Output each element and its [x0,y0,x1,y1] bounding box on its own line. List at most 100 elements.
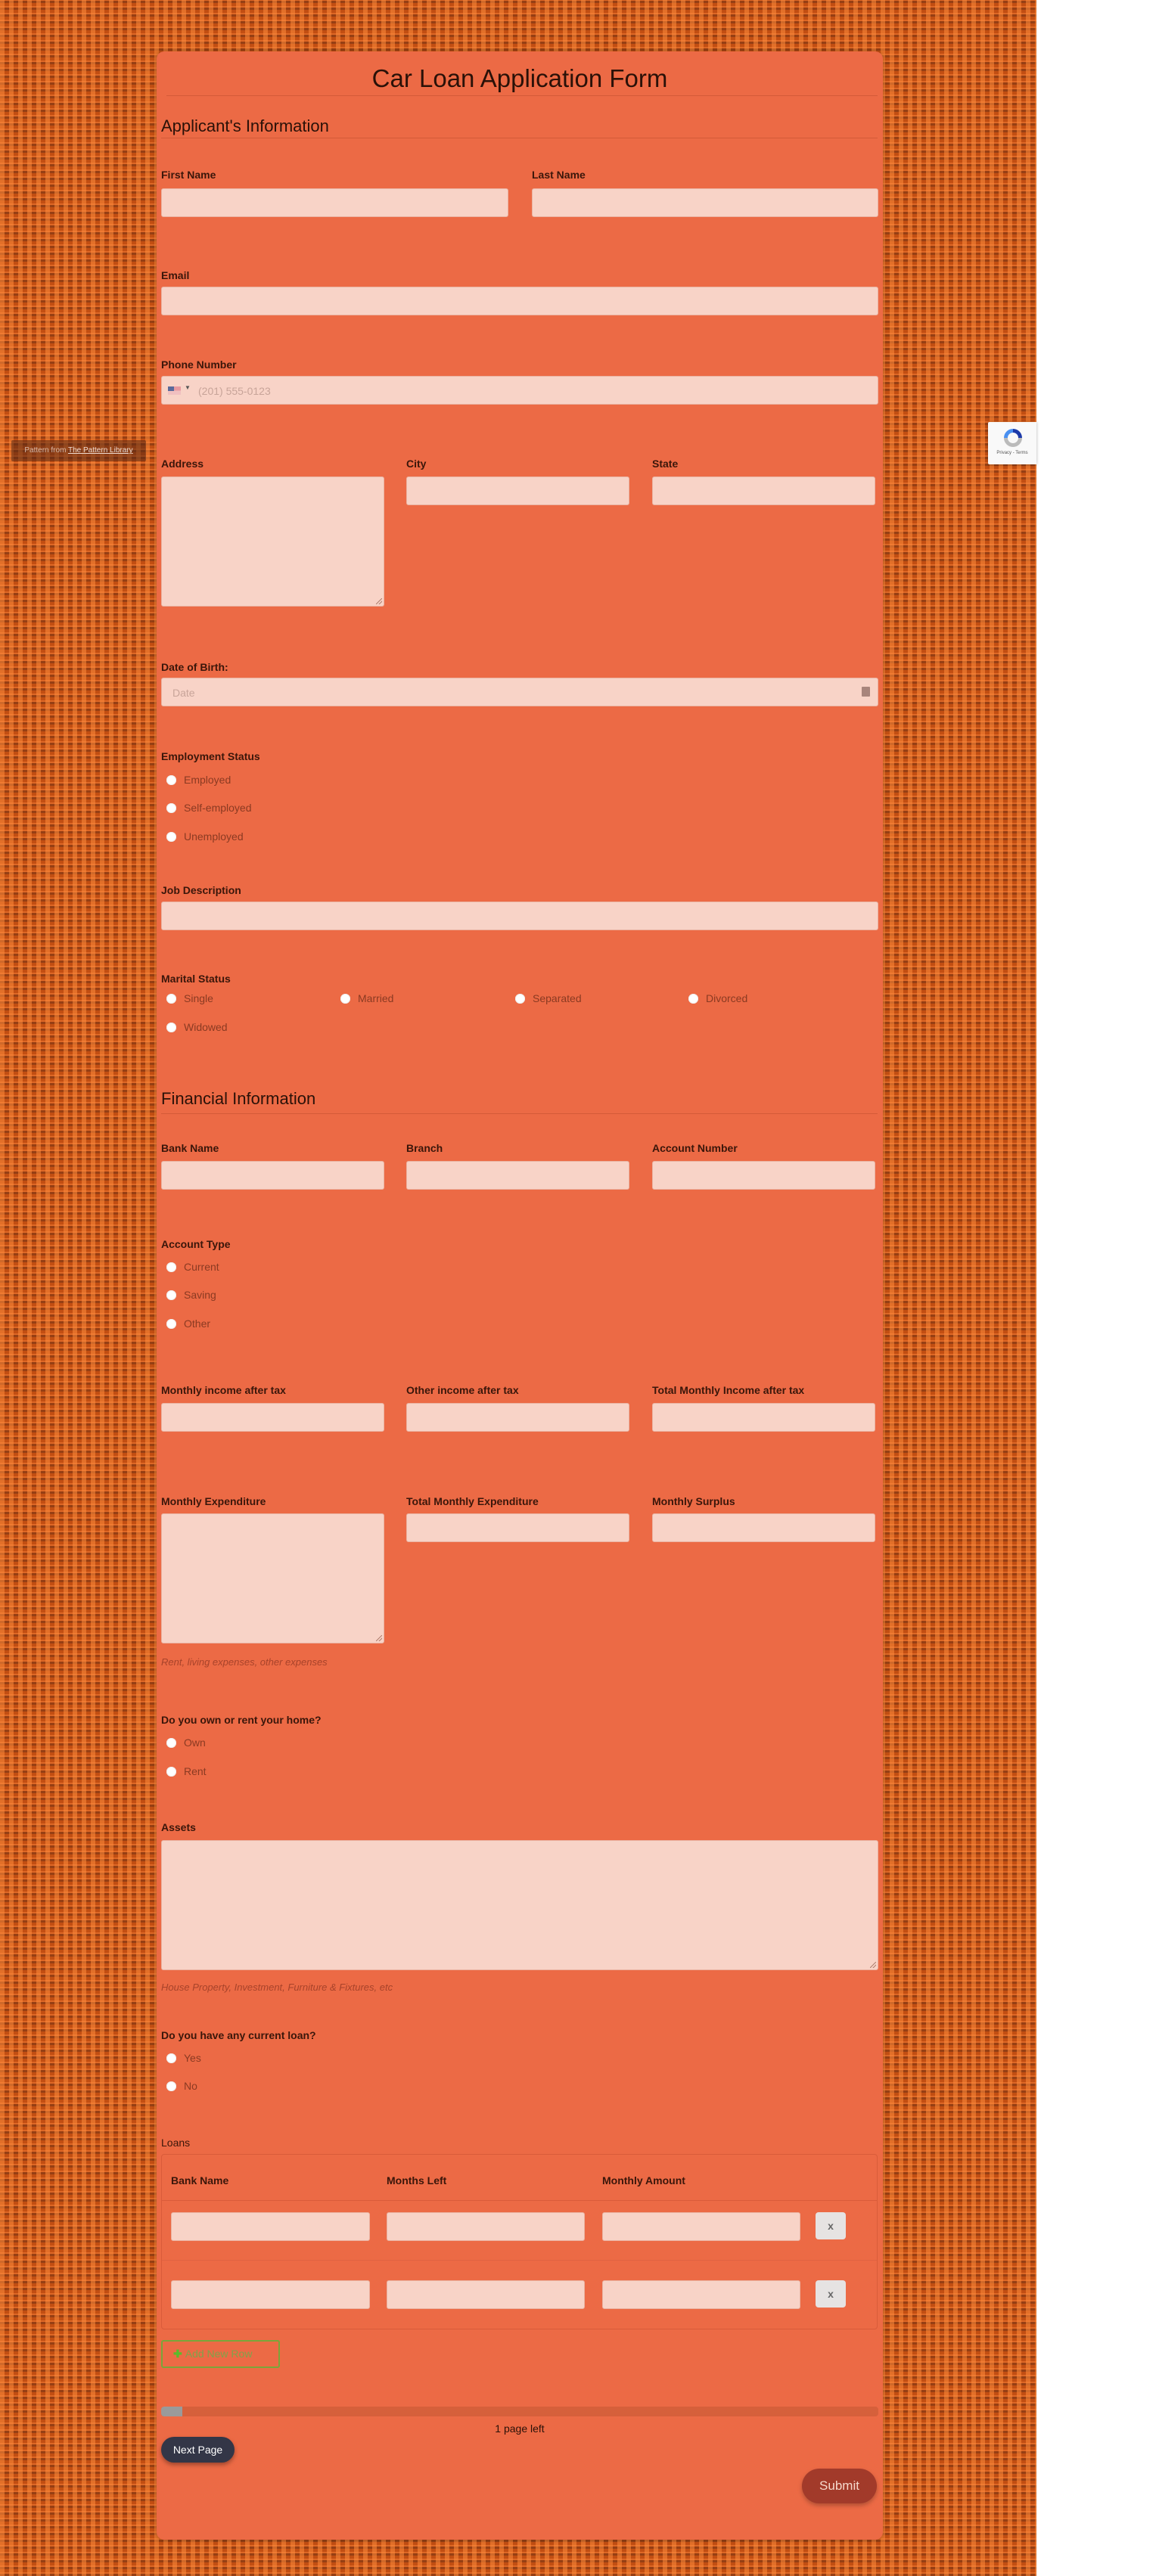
radio-self-employed[interactable]: Self-employed [161,800,252,815]
branch-input[interactable] [406,1161,629,1190]
radio-label: Own [184,1736,206,1749]
radio-yes[interactable]: Yes [161,2050,201,2065]
loan-row-2-delete-button[interactable]: x [816,2280,846,2308]
submit-button[interactable]: Submit [802,2469,877,2503]
state-input[interactable] [652,476,875,505]
phone-placeholder: (201) 555-0123 [198,385,271,397]
radio-label: No [184,2080,197,2092]
radio-single[interactable]: Single [161,991,213,1006]
monthly-expenditure-textarea[interactable] [161,1513,384,1643]
monthly-income-input[interactable] [161,1403,384,1432]
column-header-monthly-amount: Monthly Amount [602,2174,685,2186]
progress-fill [161,2407,183,2416]
phone-input[interactable]: ▼ (201) 555-0123 [161,376,878,405]
radio-label: Widowed [184,1021,228,1033]
plus-icon: ✚ [173,2348,182,2360]
first-name-input[interactable] [161,188,508,217]
total-expenditure-input[interactable] [406,1513,629,1542]
progress-bar [161,2407,878,2416]
radio-button[interactable] [515,993,525,1004]
email-input[interactable] [161,287,878,315]
radio-unemployed[interactable]: Unemployed [161,829,244,844]
radio-no[interactable]: No [161,2078,197,2093]
radio-button[interactable] [166,2053,176,2063]
radio-button[interactable] [166,1737,176,1748]
last-name-input[interactable] [532,188,878,217]
add-new-row-button[interactable]: ✚ Add New Row [161,2340,280,2368]
assets-textarea[interactable] [161,1840,878,1970]
radio-label: Single [184,992,213,1004]
form-card: Car Loan Application Form Applicant's In… [157,51,883,2540]
radio-label: Self-employed [184,802,252,814]
add-new-row-label: Add New Row [185,2348,253,2360]
radio-current[interactable]: Current [161,1259,219,1274]
radio-label: Rent [184,1765,207,1777]
account-number-label: Account Number [652,1142,738,1154]
us-flag-icon[interactable] [168,386,181,395]
radio-own[interactable]: Own [161,1735,206,1750]
pattern-library-link[interactable]: The Pattern Library [68,446,133,455]
state-label: State [652,458,679,470]
monthly-expenditure-hint: Rent, living expenses, other expenses [161,1656,328,1668]
radio-widowed[interactable]: Widowed [161,1020,228,1035]
loan-row-1-bank-name-input[interactable] [171,2212,370,2241]
address-textarea[interactable] [161,476,384,607]
bank-name-label: Bank Name [161,1142,219,1154]
pages-left-text: 1 page left [495,2422,545,2435]
radio-button[interactable] [166,831,176,842]
radio-married[interactable]: Married [335,991,393,1006]
radio-label: Employed [184,774,231,786]
recaptcha-badge[interactable]: Privacy - Terms [988,422,1036,464]
radio-button[interactable] [166,993,176,1004]
loan-row-2-months-left-input[interactable] [387,2280,585,2309]
radio-button[interactable] [166,1318,176,1329]
title-divider [166,95,878,96]
loan-row-2-bank-name-input[interactable] [171,2280,370,2309]
total-expenditure-label: Total Monthly Expenditure [406,1495,539,1507]
assets-hint: House Property, Investment, Furniture & … [161,1982,393,1993]
dob-input[interactable]: Date [161,678,878,706]
column-header-bank-name: Bank Name [171,2174,229,2186]
last-name-label: Last Name [532,169,586,181]
city-label: City [406,458,427,470]
job-description-input[interactable] [161,902,878,930]
loan-row-1-delete-button[interactable]: x [816,2212,846,2239]
radio-employed[interactable]: Employed [161,772,231,787]
radio-button[interactable] [166,2081,176,2091]
radio-button[interactable] [166,802,176,813]
pattern-credit: Pattern from The Pattern Library [11,440,146,461]
other-income-label: Other income after tax [406,1384,519,1396]
radio-button[interactable] [166,1262,176,1272]
city-input[interactable] [406,476,629,505]
caret-down-icon[interactable]: ▼ [185,384,191,391]
account-number-input[interactable] [652,1161,875,1190]
radio-button[interactable] [340,993,350,1004]
loan-row-2-monthly-amount-input[interactable] [602,2280,800,2309]
calendar-icon[interactable] [862,687,870,697]
recaptcha-links[interactable]: Privacy - Terms [988,451,1036,455]
employment-status-label: Employment Status [161,750,260,762]
radio-separated[interactable]: Separated [510,991,582,1006]
credit-prefix: Pattern from [24,446,68,455]
monthly-surplus-input[interactable] [652,1513,875,1542]
radio-rent[interactable]: Rent [161,1764,207,1779]
total-income-input[interactable] [652,1403,875,1432]
radio-divorced[interactable]: Divorced [683,991,747,1006]
radio-other[interactable]: Other [161,1316,210,1331]
next-page-button[interactable]: Next Page [161,2437,235,2463]
loan-row-1-months-left-input[interactable] [387,2212,585,2241]
current-loan-label: Do you have any current loan? [161,2029,316,2041]
other-income-input[interactable] [406,1403,629,1432]
radio-saving[interactable]: Saving [161,1287,216,1302]
column-header-months-left: Months Left [387,2174,447,2186]
loan-row-1-monthly-amount-input[interactable] [602,2212,800,2241]
radio-label: Married [358,992,394,1004]
radio-button[interactable] [166,774,176,785]
table-header-divider [162,2200,877,2201]
radio-button[interactable] [688,993,698,1004]
radio-button[interactable] [166,1022,176,1032]
branch-label: Branch [406,1142,443,1154]
radio-button[interactable] [166,1290,176,1300]
bank-name-input[interactable] [161,1161,384,1190]
radio-button[interactable] [166,1766,176,1777]
